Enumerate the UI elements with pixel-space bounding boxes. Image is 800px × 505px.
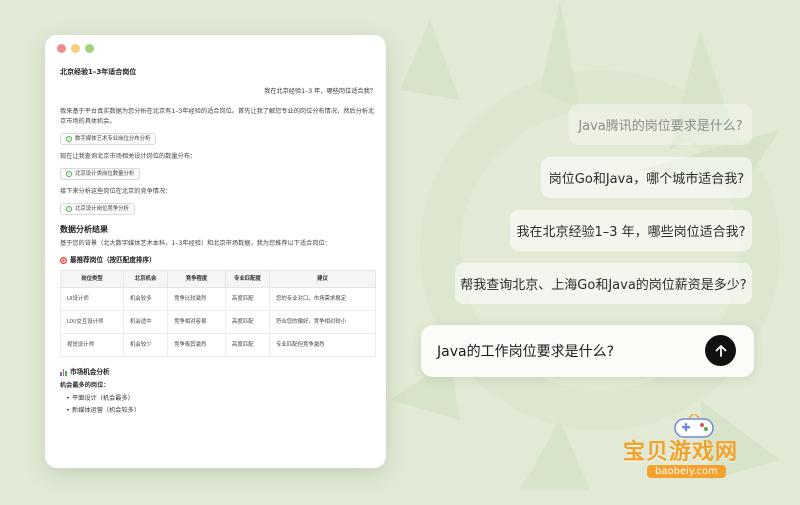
chat-content: 北京经验1–3年适合岗位 我在北京经验1–3 年，哪些岗位适合我？ 我来基于平台… [59, 63, 376, 415]
table-cell: 符合您的偏好，竞争相对较小 [269, 310, 376, 335]
table-cell: UX/交互设计师 [59, 310, 125, 335]
table-row: UX/交互设计师 机会适中 竞争相对容易 高度匹配 符合您的偏好，竞争相对较小 [59, 310, 376, 335]
table-row: UI设计师 机会较多 竞争比较激烈 高度匹配 您的专业对口，市场需求稳定 [59, 287, 376, 312]
minimize-window-button[interactable] [71, 44, 80, 53]
tool-call-chip[interactable]: ✓ 北京设计岗位竞争分析 [60, 202, 135, 216]
table-cell: 高度匹配 [224, 333, 271, 358]
market-heading: 市场机会分析 [60, 367, 376, 377]
table-cell: 竞争比较激烈 [167, 287, 226, 312]
suggestion-bubble[interactable]: Java腾讯的岗位要求是什么? [569, 104, 752, 145]
message-input[interactable]: Java的工作岗位要求是什么? [421, 325, 754, 377]
send-button[interactable] [705, 335, 736, 366]
chat-window: 北京经验1–3年适合岗位 我在北京经验1–3 年，哪些岗位适合我？ 我来基于平台… [45, 35, 386, 468]
tool-call-label: 北京设计岗位竞争分析 [75, 205, 129, 212]
tool-call-label: 北京设计类岗位数量分析 [75, 170, 135, 177]
table-cell: 高度匹配 [224, 310, 271, 335]
table-cell: 高度匹配 [224, 287, 271, 312]
assistant-step: 现在让我查询北京市场相关设计岗位的数量分布： [60, 153, 197, 161]
check-icon: ✓ [66, 170, 72, 177]
table-header-row: 岗位类型 北京机会 竞争程度 专业匹配度 建议 [59, 270, 376, 289]
bar-chart-icon [60, 368, 67, 376]
table-cell: 竞争极其激烈 [167, 333, 226, 358]
check-icon: ✓ [66, 135, 72, 142]
chat-title: 北京经验1–3年适合岗位 [60, 68, 137, 76]
tool-call-chip[interactable]: ✓ 北京设计类岗位数量分析 [60, 167, 141, 181]
suggestion-bubble[interactable]: 岗位Go和Java，哪个城市适合我? [541, 157, 752, 198]
market-heading-label: 市场机会分析 [70, 368, 110, 377]
list-item: 平面设计（机会最多） [66, 394, 376, 404]
watermark-url: baobeiy.com [647, 465, 726, 478]
maximize-window-button[interactable] [85, 44, 94, 53]
watermark-title: 宝贝游戏网 [623, 440, 739, 465]
table-cell: 专业匹配但竞争激烈 [269, 333, 376, 358]
watermark-logo: 宝贝游戏网 baobeiy.com [623, 410, 783, 498]
table-cell: 机会较少 [123, 333, 169, 358]
suggestion-bubble[interactable]: 帮我查询北京、上海Go和Java的岗位薪资是多少? [455, 263, 752, 304]
table-cell: UI设计师 [59, 287, 125, 312]
target-icon [60, 256, 67, 264]
jobs-table: 岗位类型 北京机会 竞争程度 专业匹配度 建议 UI设计师 机会较多 竞争比较激… [59, 270, 376, 358]
table-cell: 机会适中 [123, 310, 169, 335]
opportunity-list: 平面设计（机会最多） 新媒体运营（机会较多） [60, 394, 376, 415]
result-heading: 数据分析结果 [60, 225, 108, 235]
user-message: 我在北京经验1–3 年，哪些岗位适合我？ [264, 87, 376, 95]
recommend-heading: 最推荐岗位（按匹配度排序） [60, 255, 376, 265]
arrow-up-icon [715, 344, 726, 357]
message-input-text[interactable]: Java的工作岗位要求是什么? [437, 341, 614, 361]
suggestion-bubble[interactable]: 我在北京经验1–3 年，哪些岗位适合我? [510, 210, 752, 251]
table-cell: 机会较多 [123, 287, 169, 312]
table-cell: 竞争相对容易 [167, 310, 226, 335]
table-header: 专业匹配度 [224, 270, 271, 289]
assistant-step: 接下来分析这些岗位在北京的竞争情况： [60, 188, 172, 196]
check-icon: ✓ [66, 205, 72, 212]
table-header: 北京机会 [123, 270, 169, 289]
tool-call-chip[interactable]: ✓ 数字媒体艺术专业岗位分布分析 [60, 132, 157, 146]
list-item: 新媒体运营（机会较多） [66, 406, 376, 416]
table-cell: 视觉设计师 [59, 333, 125, 358]
tool-call-label: 数字媒体艺术专业岗位分布分析 [75, 135, 151, 142]
table-header: 岗位类型 [59, 270, 125, 289]
close-window-button[interactable] [57, 44, 66, 53]
table-row: 视觉设计师 机会较少 竞争极其激烈 高度匹配 专业匹配但竞争激烈 [59, 333, 376, 358]
window-controls [57, 44, 94, 53]
recommend-heading-label: 最推荐岗位（按匹配度排序） [70, 256, 156, 265]
fade-overlay [45, 423, 386, 468]
result-intro: 基于您的背景（北大数字媒体艺术本科，1–3年经验）和北京市场数据，我为您推荐以下… [60, 240, 331, 248]
table-header: 竞争程度 [167, 270, 226, 289]
assistant-intro: 我来基于平台真实数据为您分析在北京有1–3年经验的适合岗位。首先让我了解您专业的… [60, 108, 375, 126]
table-header: 建议 [269, 270, 376, 289]
table-cell: 您的专业对口，市场需求稳定 [269, 287, 376, 312]
most-opportunity-label: 机会最多的岗位： [60, 382, 110, 390]
